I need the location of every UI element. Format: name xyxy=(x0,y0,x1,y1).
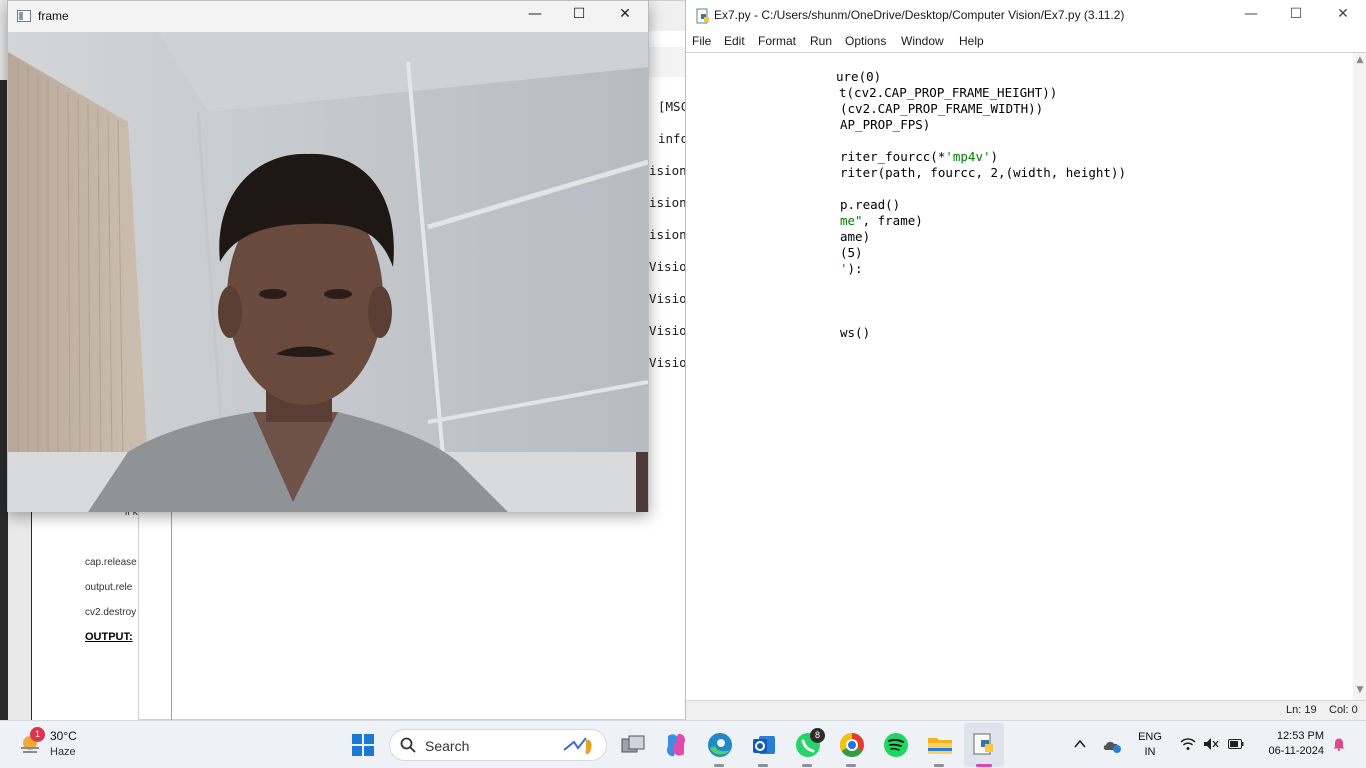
frame-window-title: frame xyxy=(38,9,69,23)
menu-options[interactable]: Options xyxy=(845,34,886,48)
running-indicator xyxy=(758,764,768,767)
clock-time: 12:53 PM xyxy=(1276,730,1324,742)
code-text: ) xyxy=(990,149,999,164)
code-line: riter_fourcc(*'mp4v') xyxy=(840,149,998,164)
code-line: me", frame) xyxy=(840,213,923,228)
doc-line: cv2.destroy xyxy=(85,607,137,618)
code-line: ame) xyxy=(840,229,871,244)
close-icon[interactable]: ✕ xyxy=(614,6,636,26)
close-icon[interactable]: ✕ xyxy=(1331,6,1355,26)
language-indicator[interactable]: ENG IN xyxy=(1138,730,1162,760)
menu-run[interactable]: Run xyxy=(810,34,832,48)
outlook-icon[interactable] xyxy=(749,730,779,760)
window-app-icon xyxy=(17,10,31,22)
running-indicator xyxy=(714,764,724,767)
notification-bell-icon[interactable] xyxy=(1332,737,1346,751)
editor-menubar: File Edit Format Run Options Window Help xyxy=(686,31,1366,53)
volume-muted-icon[interactable] xyxy=(1203,737,1219,751)
code-line: p.read() xyxy=(840,197,901,212)
task-view-icon[interactable] xyxy=(618,730,648,760)
code-line: riter(path, fourcc, 2,(width, height)) xyxy=(840,165,1126,180)
edge-browser-icon[interactable] xyxy=(705,730,735,760)
webcam-image xyxy=(8,32,648,512)
maximize-icon[interactable]: ☐ xyxy=(568,6,590,26)
minimize-icon[interactable]: — xyxy=(1239,6,1263,26)
code-line: ure(0) xyxy=(836,69,882,84)
editor-statusbar: Ln: 19 Col: 0 xyxy=(686,700,1366,720)
active-indicator xyxy=(976,764,992,767)
code-string: me" xyxy=(840,213,863,228)
webcam-photo-illustration xyxy=(8,32,648,512)
status-line-number: Ln: 19 xyxy=(1286,704,1317,716)
doc-output-heading: OUTPUT: xyxy=(85,631,133,643)
wifi-icon[interactable] xyxy=(1180,737,1196,751)
editor-scrollbar[interactable]: ▲ ▼ xyxy=(1353,53,1366,700)
code-text: ): xyxy=(847,261,863,276)
weather-condition: Haze xyxy=(50,746,76,758)
code-line: (5) xyxy=(840,245,863,260)
menu-file[interactable]: File xyxy=(692,34,711,48)
system-clock[interactable]: 12:53 PM 06-11-2024 xyxy=(1254,729,1324,759)
doc-line: output.rele xyxy=(85,582,133,593)
status-column-number: Col: 0 xyxy=(1329,704,1358,716)
idle-editor-window: Ex7.py - C:/Users/shunm/OneDrive/Desktop… xyxy=(685,0,1366,720)
minimize-icon[interactable]: — xyxy=(524,6,546,26)
taskbar-search-box[interactable]: Search xyxy=(389,729,607,761)
language-code: ENG xyxy=(1138,731,1162,743)
doc-line: cap.release xyxy=(85,557,137,568)
file-explorer-icon[interactable] xyxy=(925,730,955,760)
search-label: Search xyxy=(425,738,470,754)
chrome-icon[interactable] xyxy=(837,730,867,760)
editor-titlebar: Ex7.py - C:/Users/shunm/OneDrive/Desktop… xyxy=(686,0,1366,31)
maximize-icon[interactable]: ☐ xyxy=(1284,6,1308,26)
clock-date: 06-11-2024 xyxy=(1268,745,1324,757)
weather-temperature: 30°C xyxy=(50,729,77,743)
spotify-icon[interactable] xyxy=(881,730,911,760)
taskbar: 1 30°C Haze Search 8 ENG IN 12:53 PM 06-… xyxy=(0,720,1366,768)
code-text: , frame) xyxy=(862,213,923,228)
battery-icon[interactable] xyxy=(1228,738,1244,750)
weather-badge: 1 xyxy=(30,727,45,742)
copilot-icon[interactable] xyxy=(661,730,691,760)
menu-help[interactable]: Help xyxy=(959,34,984,48)
running-indicator xyxy=(846,764,856,767)
python-file-icon xyxy=(696,8,709,24)
running-indicator xyxy=(934,764,944,767)
chevron-up-icon[interactable] xyxy=(1072,737,1088,751)
running-indicator xyxy=(802,764,812,767)
scroll-down-arrow-icon[interactable]: ▼ xyxy=(1353,685,1366,697)
code-line: '): xyxy=(840,261,863,276)
code-string: ' xyxy=(840,261,848,276)
windows-start-icon[interactable] xyxy=(351,733,375,757)
webcam-frame-window: frame — ☐ ✕ xyxy=(7,0,649,512)
code-text: riter_fourcc(* xyxy=(840,149,946,164)
editor-window-title: Ex7.py - C:/Users/shunm/OneDrive/Desktop… xyxy=(714,8,1125,22)
menu-format[interactable]: Format xyxy=(758,34,796,48)
whatsapp-badge: 8 xyxy=(810,728,825,743)
frame-titlebar: frame — ☐ ✕ xyxy=(8,1,648,32)
code-editor-area[interactable]: ure(0) t(cv2.CAP_PROP_FRAME_HEIGHT)) (cv… xyxy=(686,53,1353,700)
search-icon xyxy=(400,737,416,753)
code-line: ws() xyxy=(840,325,871,340)
code-string: 'mp4v' xyxy=(945,149,991,164)
code-line: t(cv2.CAP_PROP_FRAME_HEIGHT)) xyxy=(839,85,1058,100)
search-highlight-icon xyxy=(563,737,592,755)
menu-window[interactable]: Window xyxy=(901,34,944,48)
region-code: IN xyxy=(1144,746,1156,758)
scroll-up-arrow-icon[interactable]: ▲ xyxy=(1353,55,1366,67)
menu-edit[interactable]: Edit xyxy=(724,34,745,48)
code-line: (cv2.CAP_PROP_FRAME_WIDTH)) xyxy=(840,101,1044,116)
python-idle-icon[interactable] xyxy=(969,730,999,760)
code-line: AP_PROP_FPS) xyxy=(840,117,931,132)
onedrive-sync-icon[interactable] xyxy=(1102,736,1122,754)
